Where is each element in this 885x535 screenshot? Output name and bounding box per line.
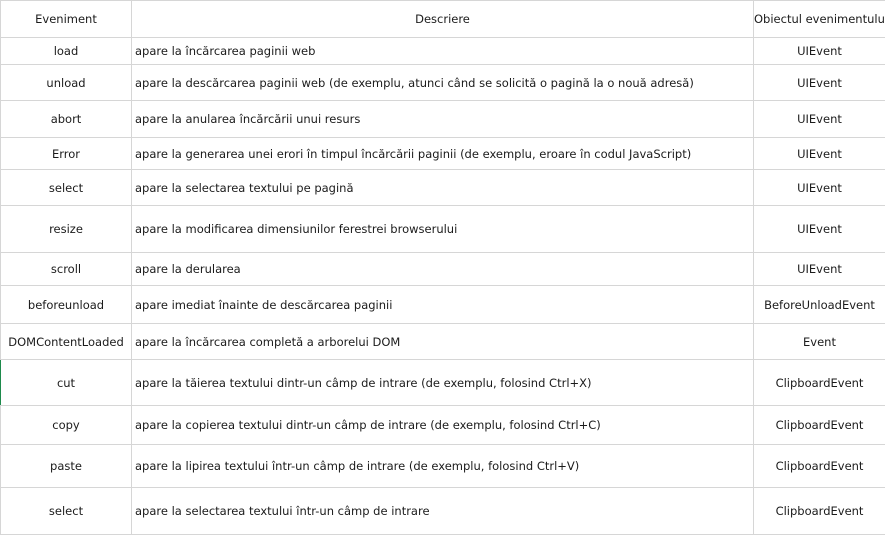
description-cell: apare la derularea — [132, 253, 754, 286]
object-cell: UIEvent — [754, 38, 885, 65]
event-cell: cut — [1, 360, 132, 406]
description-cell: apare imediat înainte de descărcarea pag… — [132, 286, 754, 324]
description-cell: apare la încărcarea paginii web — [132, 38, 754, 65]
event-cell: select — [1, 488, 132, 535]
event-cell: load — [1, 38, 132, 65]
description-cell: apare la tăierea textului dintr-un câmp … — [132, 360, 754, 406]
event-cell: beforeunload — [1, 286, 132, 324]
header-object: Obiectul evenimentului — [754, 1, 885, 38]
table-row: beforeunload apare imediat înainte de de… — [1, 286, 885, 324]
table-row: abort apare la anularea încărcării unui … — [1, 101, 885, 138]
event-cell: copy — [1, 406, 132, 445]
object-cell: Event — [754, 324, 885, 360]
header-description: Descriere — [132, 1, 754, 38]
event-cell: abort — [1, 101, 132, 138]
description-cell: apare la anularea încărcării unui resurs — [132, 101, 754, 138]
header-event: Eveniment — [1, 1, 132, 38]
event-cell: unload — [1, 65, 132, 101]
event-cell: DOMContentLoaded — [1, 324, 132, 360]
table-row: DOMContentLoaded apare la încărcarea com… — [1, 324, 885, 360]
event-cell: resize — [1, 206, 132, 253]
table-row: select apare la selectarea textului pe p… — [1, 170, 885, 206]
table-row: load apare la încărcarea paginii web UIE… — [1, 38, 885, 65]
object-cell: ClipboardEvent — [754, 488, 885, 535]
event-cell: select — [1, 170, 132, 206]
object-cell: BeforeUnloadEvent — [754, 286, 885, 324]
object-cell: UIEvent — [754, 65, 885, 101]
table-row: select apare la selectarea textului într… — [1, 488, 885, 535]
table-row: cut apare la tăierea textului dintr-un c… — [1, 360, 885, 406]
table-row: copy apare la copierea textului dintr-un… — [1, 406, 885, 445]
table-row: unload apare la descărcarea paginii web … — [1, 65, 885, 101]
events-table: Eveniment Descriere Obiectul evenimentul… — [0, 0, 885, 535]
object-cell: ClipboardEvent — [754, 360, 885, 406]
description-cell: apare la descărcarea paginii web (de exe… — [132, 65, 754, 101]
table-row: paste apare la lipirea textului într-un … — [1, 445, 885, 488]
table-row: Error apare la generarea unei erori în t… — [1, 138, 885, 170]
object-cell: ClipboardEvent — [754, 406, 885, 445]
object-cell: UIEvent — [754, 253, 885, 286]
event-cell: paste — [1, 445, 132, 488]
object-cell: ClipboardEvent — [754, 445, 885, 488]
description-cell: apare la modificarea dimensiunilor feres… — [132, 206, 754, 253]
event-cell: scroll — [1, 253, 132, 286]
description-cell: apare la selectarea textului pe pagină — [132, 170, 754, 206]
event-cell: Error — [1, 138, 132, 170]
description-cell: apare la generarea unei erori în timpul … — [132, 138, 754, 170]
description-cell: apare la selectarea textului într-un câm… — [132, 488, 754, 535]
description-cell: apare la încărcarea completă a arborelui… — [132, 324, 754, 360]
header-row: Eveniment Descriere Obiectul evenimentul… — [1, 1, 885, 38]
object-cell: UIEvent — [754, 101, 885, 138]
table-row: resize apare la modificarea dimensiunilo… — [1, 206, 885, 253]
description-cell: apare la copierea textului dintr-un câmp… — [132, 406, 754, 445]
object-cell: UIEvent — [754, 206, 885, 253]
object-cell: UIEvent — [754, 138, 885, 170]
table-row: scroll apare la derularea UIEvent — [1, 253, 885, 286]
object-cell: UIEvent — [754, 170, 885, 206]
description-cell: apare la lipirea textului într-un câmp d… — [132, 445, 754, 488]
